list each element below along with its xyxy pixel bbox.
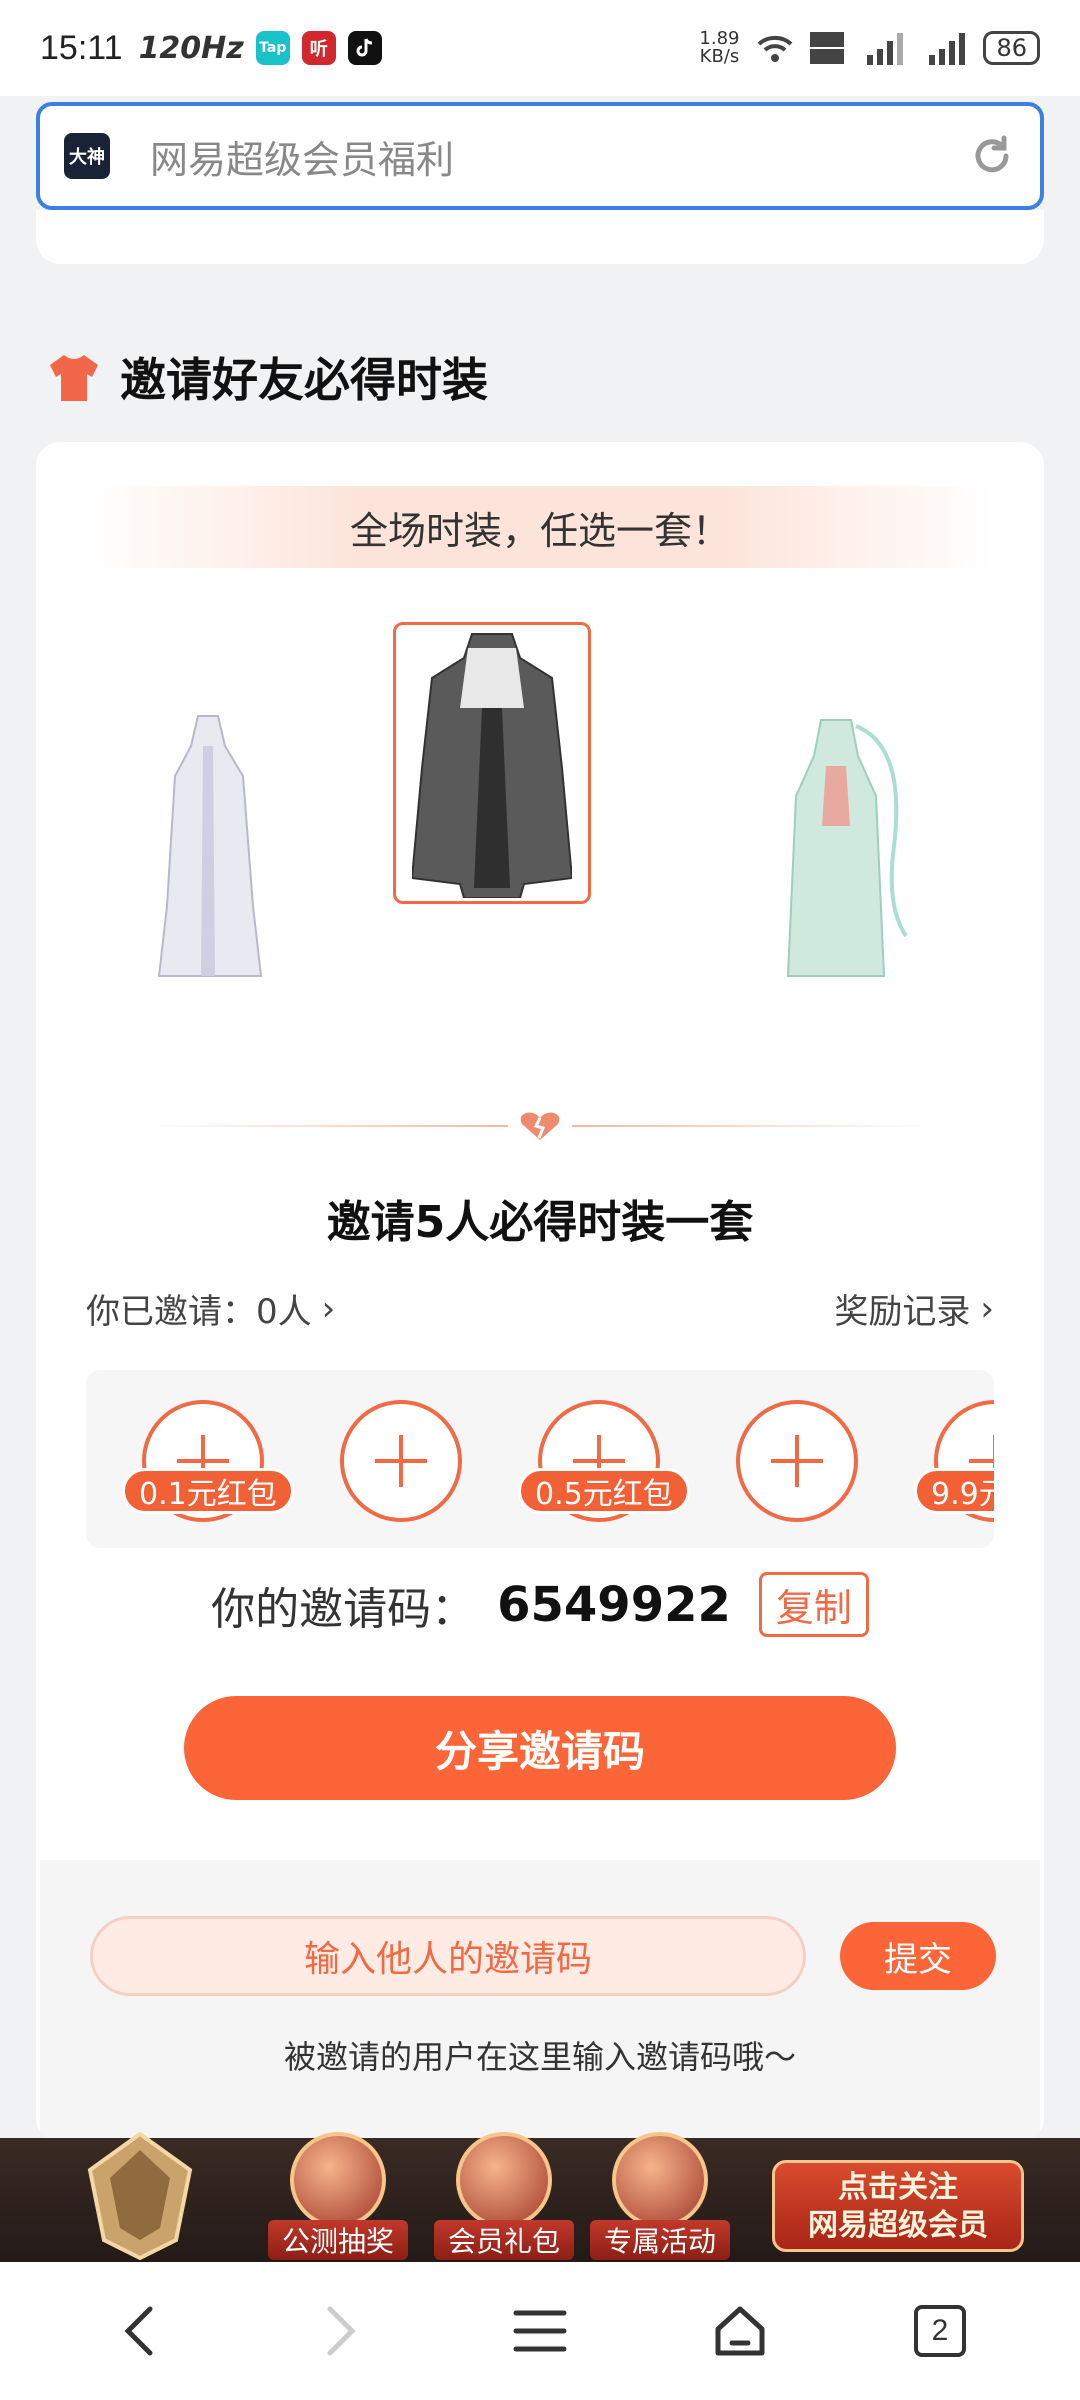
section-title: 邀请好友必得时装 (120, 353, 488, 407)
back-button[interactable] (95, 2286, 185, 2376)
costume-image (157, 715, 263, 977)
promo-activity-label: 专属活动 (590, 2220, 730, 2260)
wheel-icon (290, 2132, 386, 2228)
costume-option-green[interactable] (766, 696, 916, 996)
invite-card: 全场时装，任选一套！ 邀请5人必得时装一套 你已邀请：0人 › 奖励记录 › 0… (36, 442, 1044, 2142)
chevron-right-icon: › (980, 1288, 994, 1329)
wifi-icon (758, 35, 793, 62)
activity-icon (612, 2132, 708, 2228)
home-button[interactable] (695, 2286, 785, 2376)
tab-count: 2 (914, 2305, 966, 2357)
invite-code-row: 你的邀请码： 6549922 复制 (36, 1572, 1044, 1637)
promo-activity[interactable]: 专属活动 (590, 2132, 730, 2262)
signal-4g-icon (867, 33, 904, 65)
broken-heart-icon (520, 1112, 560, 1140)
reward-record-link[interactable]: 奖励记录 › (834, 1284, 994, 1333)
chevron-left-icon (124, 2306, 153, 2356)
battery-indicator: 86 (983, 31, 1040, 65)
enter-code-hint: 被邀请的用户在这里输入邀请码哦～ (283, 2038, 796, 2076)
bottom-nav: 2 (0, 2262, 1080, 2400)
cta-line-1: 点击关注 (838, 2170, 958, 2205)
enter-code-section: 输入他人的邀请码 提交 被邀请的用户在这里输入邀请码哦～ (40, 1860, 1040, 2142)
copy-button[interactable]: 复制 (758, 1572, 869, 1637)
listen-app-icon: 听 (301, 31, 336, 65)
promo-lottery-label: 公测抽奖 (268, 2220, 408, 2260)
heart-divider (146, 1112, 934, 1140)
gift-icon (456, 2132, 552, 2228)
cta-line-2: 网易超级会员 (808, 2208, 988, 2243)
forward-button[interactable] (295, 2286, 385, 2376)
tabs-button[interactable]: 2 (895, 2286, 985, 2376)
home-icon (715, 2306, 765, 2356)
promo-bar: 公测抽奖 会员礼包 专属活动 点击关注 网易超级会员 (0, 2131, 1080, 2262)
invite-headline: 邀请5人必得时装一套 (326, 1197, 754, 1248)
hd-icon (810, 32, 845, 64)
signal-5g-icon (929, 33, 966, 65)
section-header: 邀请好友必得时装 (46, 344, 488, 410)
menu-button[interactable] (495, 2286, 585, 2376)
net-speed: 1.89 KB/s (699, 28, 740, 67)
reward-tag: 9.9元 (914, 1468, 994, 1514)
reward-record-label: 奖励记录 (834, 1292, 971, 1332)
invite-slots: 0.1元红包 0.5元红包 9.9元 (86, 1370, 994, 1548)
dashen-logo: 大神 (64, 133, 110, 179)
invite-code-label: 你的邀请码： (211, 1583, 476, 1635)
costume-image (786, 719, 908, 977)
promo-gift[interactable]: 会员礼包 (434, 2132, 574, 2262)
address-bar[interactable]: 大神 网易超级会员福利 (36, 102, 1044, 210)
invited-count-label: 你已邀请：0人 (86, 1292, 312, 1332)
menu-icon (513, 2310, 567, 2352)
address-query[interactable]: 网易超级会员福利 (150, 129, 454, 184)
costume-image (412, 633, 572, 898)
invite-code-value: 6549922 (497, 1576, 731, 1633)
promo-lottery[interactable]: 公测抽奖 (268, 2132, 408, 2262)
reward-tag: 0.1元红包 (122, 1468, 294, 1514)
chevron-right-icon (327, 2306, 356, 2356)
promo-banner: 全场时装，任选一套！ (86, 486, 994, 568)
previous-card-bottom (36, 210, 1044, 264)
status-bar: 15:11 120Hz Tap 听 1.89 KB/s 86 (0, 0, 1080, 96)
emblem-logo (87, 2131, 193, 2260)
follow-membership-button[interactable]: 点击关注 网易超级会员 (772, 2160, 1024, 2252)
reload-icon[interactable] (968, 132, 1016, 180)
invite-slot[interactable] (340, 1400, 462, 1522)
shirt-icon (50, 355, 98, 401)
costume-option-black[interactable] (393, 622, 591, 904)
tiktok-icon (347, 31, 382, 65)
invited-count-link[interactable]: 你已邀请：0人 › (86, 1284, 335, 1333)
promo-gift-label: 会员礼包 (434, 2220, 574, 2260)
chevron-right-icon: › (321, 1288, 336, 1329)
tap-app-icon: Tap (255, 31, 290, 65)
costume-option-white[interactable] (148, 696, 268, 996)
invite-code-input[interactable]: 输入他人的邀请码 (90, 1916, 806, 1996)
status-time: 15:11 (40, 28, 123, 67)
refresh-rate: 120Hz (138, 30, 244, 66)
reward-tag: 0.5元红包 (518, 1468, 690, 1514)
share-invite-code-button[interactable]: 分享邀请码 (184, 1696, 896, 1800)
invite-slot[interactable] (736, 1400, 858, 1522)
submit-button[interactable]: 提交 (840, 1922, 996, 1990)
